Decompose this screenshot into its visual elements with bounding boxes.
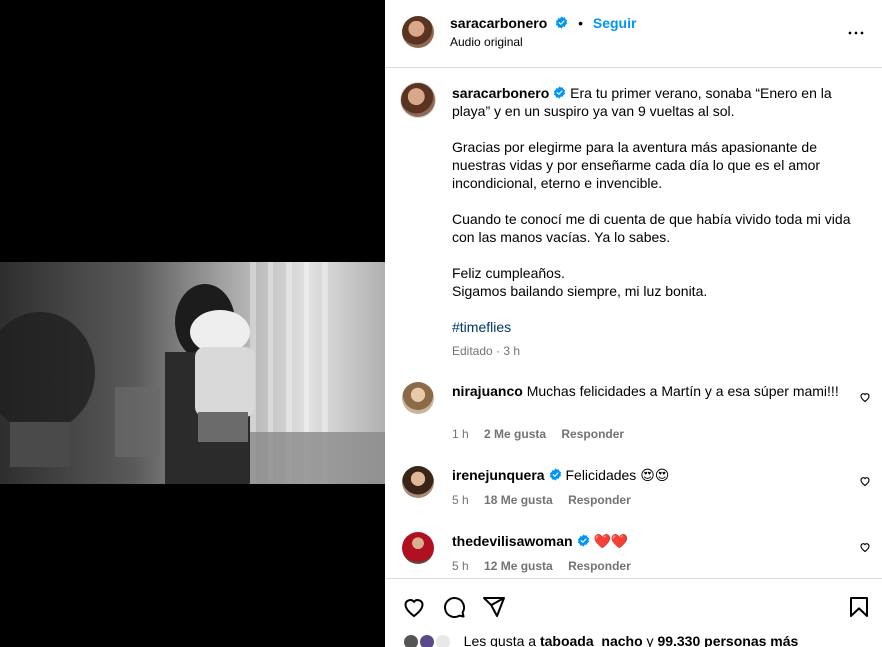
comment-meta: 5 h 12 Me gusta Responder — [452, 559, 631, 573]
verified-badge-icon — [554, 86, 566, 99]
author-username[interactable]: saracarbonero — [450, 15, 547, 31]
comment-likes[interactable]: 18 Me gusta — [484, 493, 553, 507]
comment-avatar[interactable] — [402, 466, 434, 498]
comment-likes[interactable]: 12 Me gusta — [484, 559, 553, 573]
post-panel: saracarbonero • Seguir Audio original sa… — [385, 0, 882, 647]
separator-dot: • — [578, 15, 583, 31]
comment-time[interactable]: 1 h — [452, 427, 469, 441]
caption-paragraph: Gracias por elegirme para la aventura má… — [452, 139, 821, 191]
reply-button[interactable]: Responder — [568, 559, 631, 573]
post-media[interactable] — [0, 0, 385, 647]
comment-body: Muchas felicidades a Martín y a esa súpe… — [526, 383, 839, 399]
caption-avatar[interactable] — [400, 82, 436, 118]
more-options-icon[interactable] — [847, 24, 865, 42]
caption-username[interactable]: saracarbonero — [452, 85, 549, 101]
comment-username[interactable]: thedevilisawoman — [452, 533, 573, 549]
edited-label: Editado · 3 h — [452, 344, 521, 358]
reply-button[interactable]: Responder — [561, 427, 624, 441]
verified-badge-icon — [549, 468, 561, 481]
comment-icon[interactable] — [442, 595, 466, 619]
comment-text: thedevilisawoman ❤️❤️ — [452, 532, 847, 550]
follow-button[interactable]: Seguir — [593, 15, 637, 31]
post-header: saracarbonero • Seguir Audio original — [385, 0, 882, 68]
post-caption: saracarbonero Era tu primer verano, sona… — [452, 84, 852, 360]
bookmark-icon[interactable] — [847, 595, 871, 619]
author-avatar[interactable] — [402, 16, 434, 48]
verified-badge-icon — [556, 16, 568, 29]
heart-icon[interactable] — [859, 475, 871, 487]
comment-text: nirajuanco Muchas felicidades a Martín y… — [452, 382, 847, 400]
comment-time[interactable]: 5 h — [452, 559, 469, 573]
comment-time[interactable]: 5 h — [452, 493, 469, 507]
reply-button[interactable]: Responder — [568, 493, 631, 507]
comment-avatar[interactable] — [402, 532, 434, 564]
likes-others[interactable]: 99.330 personas más — [657, 633, 798, 647]
comment-text: irenejunquera Felicidades 😍😍 — [452, 466, 847, 484]
share-icon[interactable] — [482, 595, 506, 619]
caption-paragraph: Cuando te conocí me di cuenta de que hab… — [452, 211, 851, 245]
like-heart-icon[interactable] — [402, 595, 426, 619]
verified-badge-icon — [577, 534, 589, 547]
comment-meta: 1 h 2 Me gusta Responder — [452, 427, 624, 441]
audio-label[interactable]: Audio original — [450, 35, 523, 49]
comment-username[interactable]: irenejunquera — [452, 467, 545, 483]
heart-icon[interactable] — [859, 391, 871, 403]
post-photo — [0, 262, 385, 484]
likes-user[interactable]: taboada_nacho — [540, 633, 643, 647]
comment-avatar[interactable] — [402, 382, 434, 414]
heart-icon[interactable] — [859, 541, 871, 553]
header-user-line: saracarbonero • Seguir — [450, 15, 636, 31]
comment-username[interactable]: nirajuanco — [452, 383, 523, 399]
likes-prefix: Les gusta a — [463, 633, 537, 647]
comment-meta: 5 h 18 Me gusta Responder — [452, 493, 631, 507]
hashtag-link[interactable]: #timeflies — [452, 319, 511, 335]
comment-likes[interactable]: 2 Me gusta — [484, 427, 546, 441]
caption-paragraph: Feliz cumpleaños. — [452, 265, 565, 281]
caption-paragraph: Sigamos bailando siempre, mi luz bonita. — [452, 283, 708, 299]
comment-body: Felicidades 😍😍 — [565, 467, 670, 483]
liker-avatar — [433, 633, 452, 647]
likes-connector: y — [646, 633, 654, 647]
comment-body: ❤️❤️ — [593, 533, 629, 549]
likes-line: Les gusta a taboada_nacho y 99.330 perso… — [402, 633, 798, 647]
